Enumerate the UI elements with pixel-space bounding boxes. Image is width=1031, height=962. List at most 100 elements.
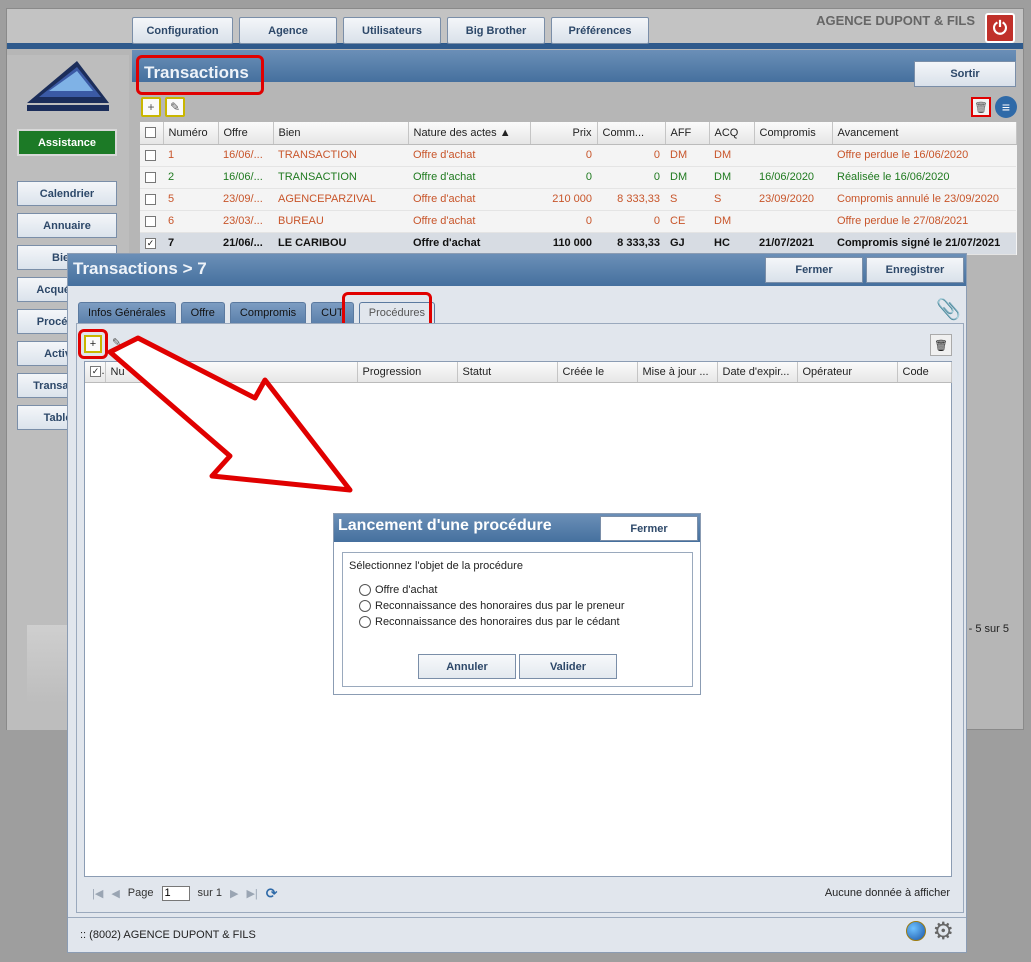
cell-comm: 8 333,33 (597, 188, 665, 211)
col-creee-le[interactable]: Créée le (557, 362, 638, 383)
sidebar-item-annuaire[interactable]: Annuaire (17, 213, 117, 238)
cell-acq: DM (709, 144, 754, 167)
launch-dialog-body: Sélectionnez l'objet de la procédure Off… (342, 552, 693, 687)
page-label: Page (127, 887, 154, 899)
tab-compromis[interactable]: Compromis (229, 302, 307, 323)
tab-offre[interactable]: Offre (180, 302, 225, 323)
cell-aff: GJ (665, 232, 709, 255)
row-checkbox[interactable] (140, 144, 163, 167)
col-operateur[interactable]: Opérateur (797, 362, 898, 383)
cell-acq: DM (709, 166, 754, 189)
checkbox-icon[interactable]: ✓ (145, 237, 156, 249)
cell-bien: TRANSACTION (273, 144, 408, 167)
col-prix[interactable]: Prix (530, 122, 598, 145)
nav-big-brother[interactable]: Big Brother (447, 17, 545, 44)
nav-preferences[interactable]: Préférences (551, 17, 649, 44)
cell-bien: TRANSACTION (273, 166, 408, 189)
last-page-icon[interactable]: ▶| (246, 887, 257, 900)
row-checkbox[interactable] (140, 166, 163, 189)
trash-icon[interactable]: 🗑 (971, 97, 991, 117)
table-row[interactable]: 2 16/06/... TRANSACTION Offre d'achat 0 0 DM DM… (140, 166, 1016, 189)
cell-bien: LE CARIBOU (273, 232, 408, 255)
select-all-checkbox[interactable] (140, 122, 164, 145)
nav-configuration[interactable]: Configuration (132, 17, 233, 44)
tab-infos-generales[interactable]: Infos Générales (78, 302, 176, 323)
table-row[interactable]: 5 23/09/... AGENCEPARZIVAL Offre d'achat 210… (140, 188, 1016, 211)
col-progression[interactable]: Progression (357, 362, 458, 383)
cell-numero: 6 (163, 210, 218, 233)
radio-icon[interactable] (359, 584, 371, 596)
col-code[interactable]: Code (897, 362, 952, 383)
col-statut[interactable]: Statut (457, 362, 558, 383)
col-date-expiration[interactable]: Date d'expir... (717, 362, 798, 383)
checkbox-icon[interactable] (145, 171, 156, 183)
next-page-icon[interactable]: ▶ (230, 887, 238, 900)
cell-nature: Offre d'achat (408, 210, 530, 233)
cell-offre: 16/06/... (218, 144, 273, 167)
option-honoraires-cedant[interactable]: Reconnaissance des honoraires dus par le… (359, 616, 620, 628)
col-avancement[interactable]: Avancement (832, 122, 1017, 145)
col-offre[interactable]: Offre (218, 122, 274, 145)
cell-avancement: Compromis annulé le 23/09/2020 (832, 188, 1016, 211)
col-acq[interactable]: ACQ (709, 122, 755, 145)
table-row[interactable]: 6 23/03/... BUREAU Offre d'achat 0 0 CE DM Offre… (140, 210, 1016, 233)
row-checkbox[interactable] (140, 188, 163, 211)
menu-icon[interactable]: ≡ (995, 96, 1017, 118)
cell-prix: 210 000 (530, 188, 597, 211)
transactions-table: Numéro Offre Bien Nature des actes ▲ Pri… (140, 122, 1017, 255)
col-mise-a-jour[interactable]: Mise à jour ... (637, 362, 718, 383)
col-aff[interactable]: AFF (665, 122, 710, 145)
cell-nature: Offre d'achat (408, 166, 530, 189)
dialog-header: Transactions > 7 Fermer Enregistrer (68, 254, 966, 286)
col-nature[interactable]: Nature des actes ▲ (408, 122, 531, 145)
valider-button[interactable]: Valider (519, 654, 617, 679)
gear-icon[interactable]: ⚙ (932, 917, 954, 946)
annuler-button[interactable]: Annuler (418, 654, 516, 679)
checkbox-icon[interactable] (145, 149, 156, 161)
add-icon[interactable]: + (141, 97, 161, 117)
checkbox-icon[interactable] (145, 215, 156, 227)
col-comm[interactable]: Comm... (597, 122, 666, 145)
row-checkbox[interactable] (140, 210, 163, 233)
sortir-button[interactable]: Sortir (914, 61, 1016, 87)
cell-numero: 1 (163, 144, 218, 167)
fermer-button[interactable]: Fermer (765, 257, 863, 283)
prev-page-icon[interactable]: ◀ (111, 887, 119, 900)
first-page-icon[interactable]: |◀ (92, 887, 103, 900)
cell-nature: Offre d'achat (408, 144, 530, 167)
globe-icon[interactable] (906, 921, 926, 941)
sidebar-item-calendrier[interactable]: Calendrier (17, 181, 117, 206)
company-name: AGENCE DUPONT & FILS (816, 13, 975, 28)
enregistrer-button[interactable]: Enregistrer (866, 257, 964, 283)
cell-prix: 0 (530, 166, 597, 189)
no-data-label: Aucune donnée à afficher (824, 887, 950, 899)
cell-offre: 21/06/... (218, 232, 273, 255)
col-bien[interactable]: Bien (273, 122, 409, 145)
cell-numero: 5 (163, 188, 218, 211)
table-row[interactable]: ✓ 7 21/06/... LE CARIBOU Offre d'achat 110 00… (140, 232, 1016, 255)
edit-icon[interactable]: ✎ (165, 97, 185, 117)
option-honoraires-preneur[interactable]: Reconnaissance des honoraires dus par le… (359, 600, 625, 612)
radio-icon[interactable] (359, 600, 371, 612)
refresh-icon[interactable]: ⟳ (266, 885, 278, 902)
power-icon[interactable]: ⏻ (985, 13, 1015, 43)
row-checkbox[interactable]: ✓ (140, 232, 163, 255)
cell-offre: 23/03/... (218, 210, 273, 233)
radio-icon[interactable] (359, 616, 371, 628)
paperclip-icon[interactable]: 📎 (936, 297, 961, 322)
assistance-button[interactable]: Assistance (17, 129, 117, 156)
nav-agence[interactable]: Agence (239, 17, 337, 44)
cell-compromis (754, 144, 832, 167)
launch-fermer-button[interactable]: Fermer (600, 516, 698, 541)
col-numero[interactable]: Numéro (163, 122, 219, 145)
option-offre-achat[interactable]: Offre d'achat (359, 584, 437, 596)
delete-procedure-icon[interactable]: 🗑 (930, 334, 952, 356)
col-compromis[interactable]: Compromis (754, 122, 833, 145)
nav-utilisateurs[interactable]: Utilisateurs (343, 17, 441, 44)
checkbox-icon[interactable] (145, 193, 156, 205)
option-label: Offre d'achat (375, 584, 438, 596)
option-label: Reconnaissance des honoraires dus par le… (375, 600, 625, 612)
table-row[interactable]: 1 16/06/... TRANSACTION Offre d'achat 0 0 DM DM… (140, 144, 1016, 167)
page-input[interactable] (161, 885, 190, 901)
page-of-label: sur 1 (197, 887, 222, 899)
